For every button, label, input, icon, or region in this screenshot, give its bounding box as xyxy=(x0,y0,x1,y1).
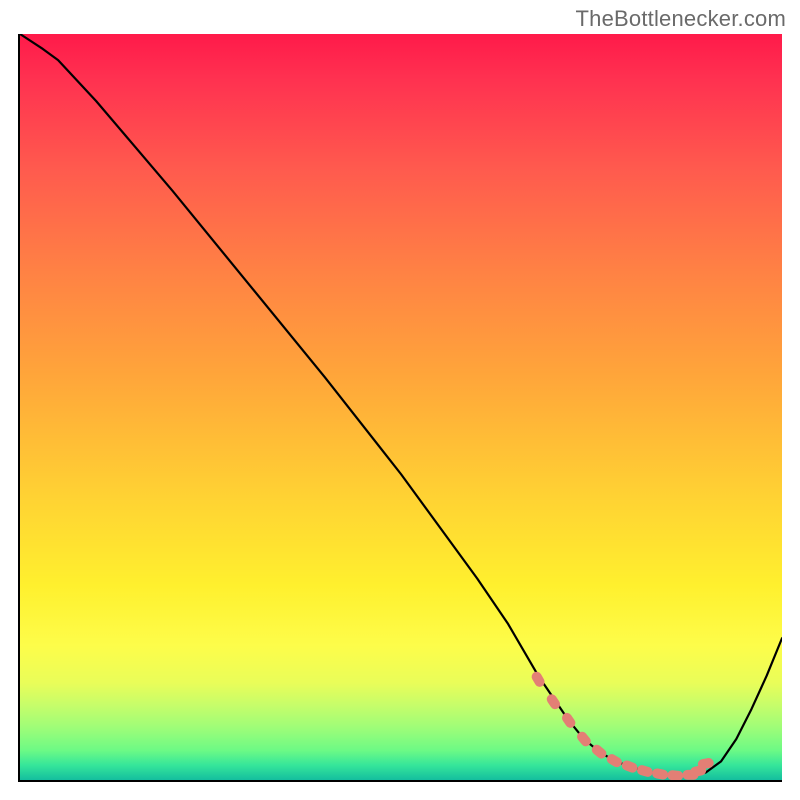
highlight-marker xyxy=(651,768,669,780)
curve-svg xyxy=(20,34,782,780)
plot-area xyxy=(18,34,782,782)
highlight-marker xyxy=(667,770,684,780)
bottleneck-curve-path xyxy=(20,34,782,776)
highlight-marker xyxy=(620,759,638,774)
highlight-marker xyxy=(605,752,624,769)
highlight-marker xyxy=(636,764,654,778)
chart-container: TheBottlenecker.com xyxy=(0,0,800,800)
attribution-text: TheBottlenecker.com xyxy=(576,6,786,32)
